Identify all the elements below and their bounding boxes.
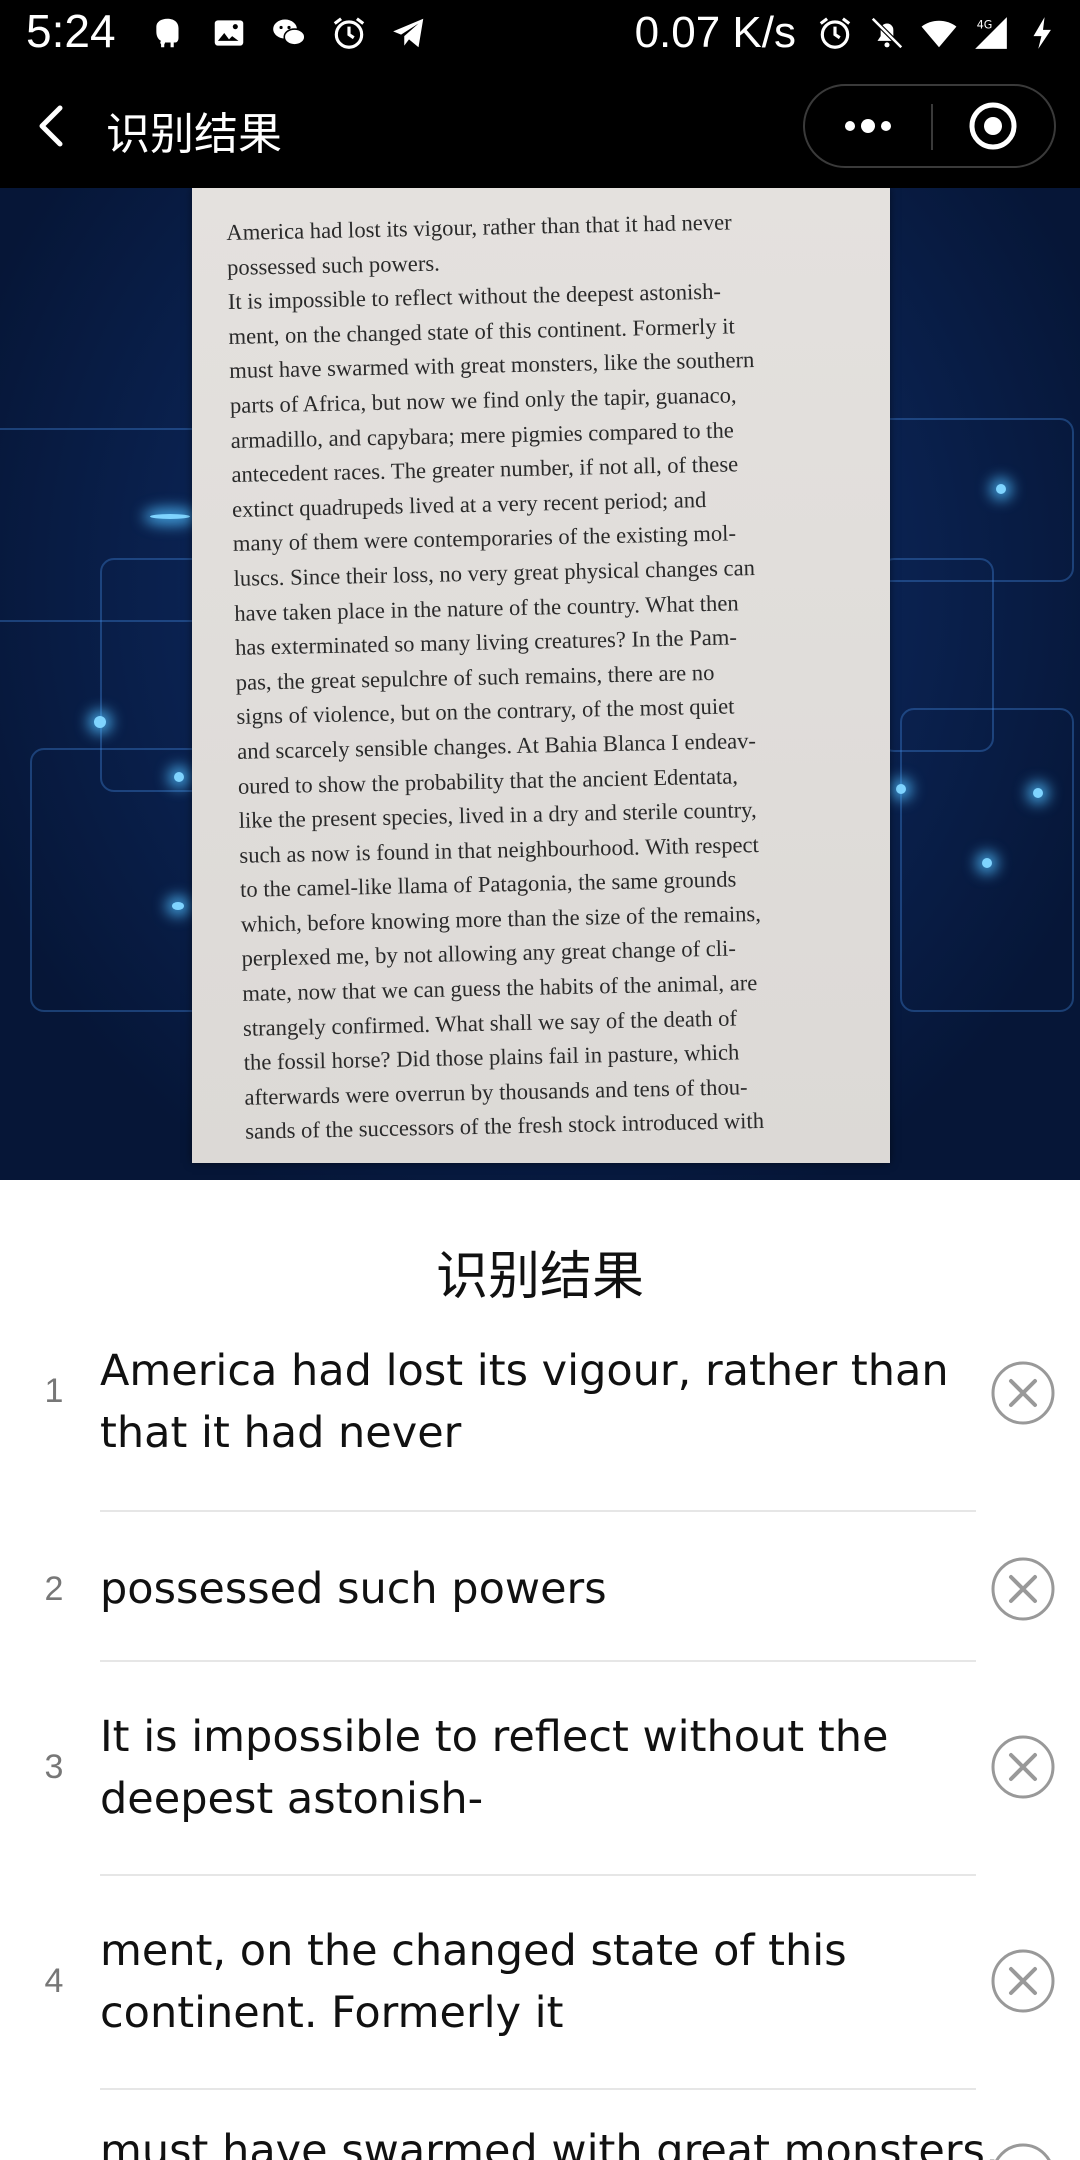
circle-x-icon[interactable]: [990, 1948, 1056, 2014]
list-item: 1 America had lost its vigour, rather th…: [0, 1340, 1080, 1512]
status-time: 5:24: [26, 5, 116, 57]
item-number: 3: [44, 1748, 64, 1786]
light-dot: [150, 514, 190, 519]
elephant-icon: [156, 18, 179, 48]
telegram-icon: [393, 18, 424, 48]
item-number: 1: [44, 1372, 64, 1410]
image-icon: [214, 20, 244, 46]
signal-4g-icon: 4G: [975, 17, 1007, 49]
mute-icon: [871, 17, 903, 49]
item-text[interactable]: must have swarmed with great monsters,: [100, 2120, 999, 2160]
book-page-text: America had lost its vigour, rather than…: [226, 203, 875, 1150]
light-dot: [996, 484, 1006, 494]
list-item: 3 It is impossible to reflect without th…: [0, 1662, 1080, 1876]
list-item: 2 possessed such powers: [0, 1512, 1080, 1662]
target-circle-icon[interactable]: [933, 86, 1058, 166]
chevron-left-icon[interactable]: [24, 96, 84, 156]
more-dots-icon[interactable]: [805, 86, 931, 166]
item-text[interactable]: possessed such powers: [100, 1558, 960, 1620]
circle-x-icon[interactable]: [990, 1556, 1056, 1622]
list-item: 4 ment, on the changed state of this con…: [0, 1876, 1080, 2090]
circle-x-icon[interactable]: [990, 1360, 1056, 1426]
book-page: America had lost its vigour, rather than…: [192, 188, 890, 1163]
wifi-icon: [921, 20, 957, 48]
light-dot: [1033, 788, 1043, 798]
results-panel: 识别结果 1 America had lost its vigour, rath…: [0, 1180, 1080, 2160]
status-bar: 5:24 0.07 K/s 4G: [0, 0, 1080, 66]
item-text[interactable]: ment, on the changed state of this conti…: [100, 1920, 960, 2044]
page-title: 识别结果: [106, 109, 282, 160]
network-speed: 0.07 K/s: [634, 8, 796, 57]
status-left-icons: [150, 14, 428, 52]
item-text[interactable]: It is impossible to reflect without the …: [100, 1706, 960, 1830]
list-item: must have swarmed with great monsters,: [0, 2090, 1080, 2160]
item-text[interactable]: America had lost its vigour, rather than…: [100, 1340, 960, 1464]
light-dot: [172, 902, 184, 910]
results-title: 识别结果: [435, 1247, 644, 1307]
item-number: 4: [44, 1962, 64, 2000]
status-right: 0.07 K/s 4G: [635, 8, 1062, 58]
light-dot: [94, 716, 106, 728]
light-dot: [174, 772, 184, 782]
wechat-icon: [273, 19, 306, 46]
alarm-icon: [819, 17, 851, 49]
item-number: 2: [44, 1570, 64, 1608]
nav-bar: 识别结果: [0, 66, 1080, 188]
svg-text:4G: 4G: [977, 18, 993, 31]
alarm-icon: [333, 17, 365, 49]
circle-x-icon[interactable]: [990, 1734, 1056, 1800]
circle-x-icon[interactable]: [990, 2142, 1056, 2160]
miniprogram-capsule: [803, 84, 1056, 168]
light-dot: [896, 784, 906, 794]
scanned-photo: America had lost its vigour, rather than…: [0, 188, 1080, 1180]
light-dot: [982, 858, 992, 868]
battery-charging-icon: [1033, 17, 1051, 49]
